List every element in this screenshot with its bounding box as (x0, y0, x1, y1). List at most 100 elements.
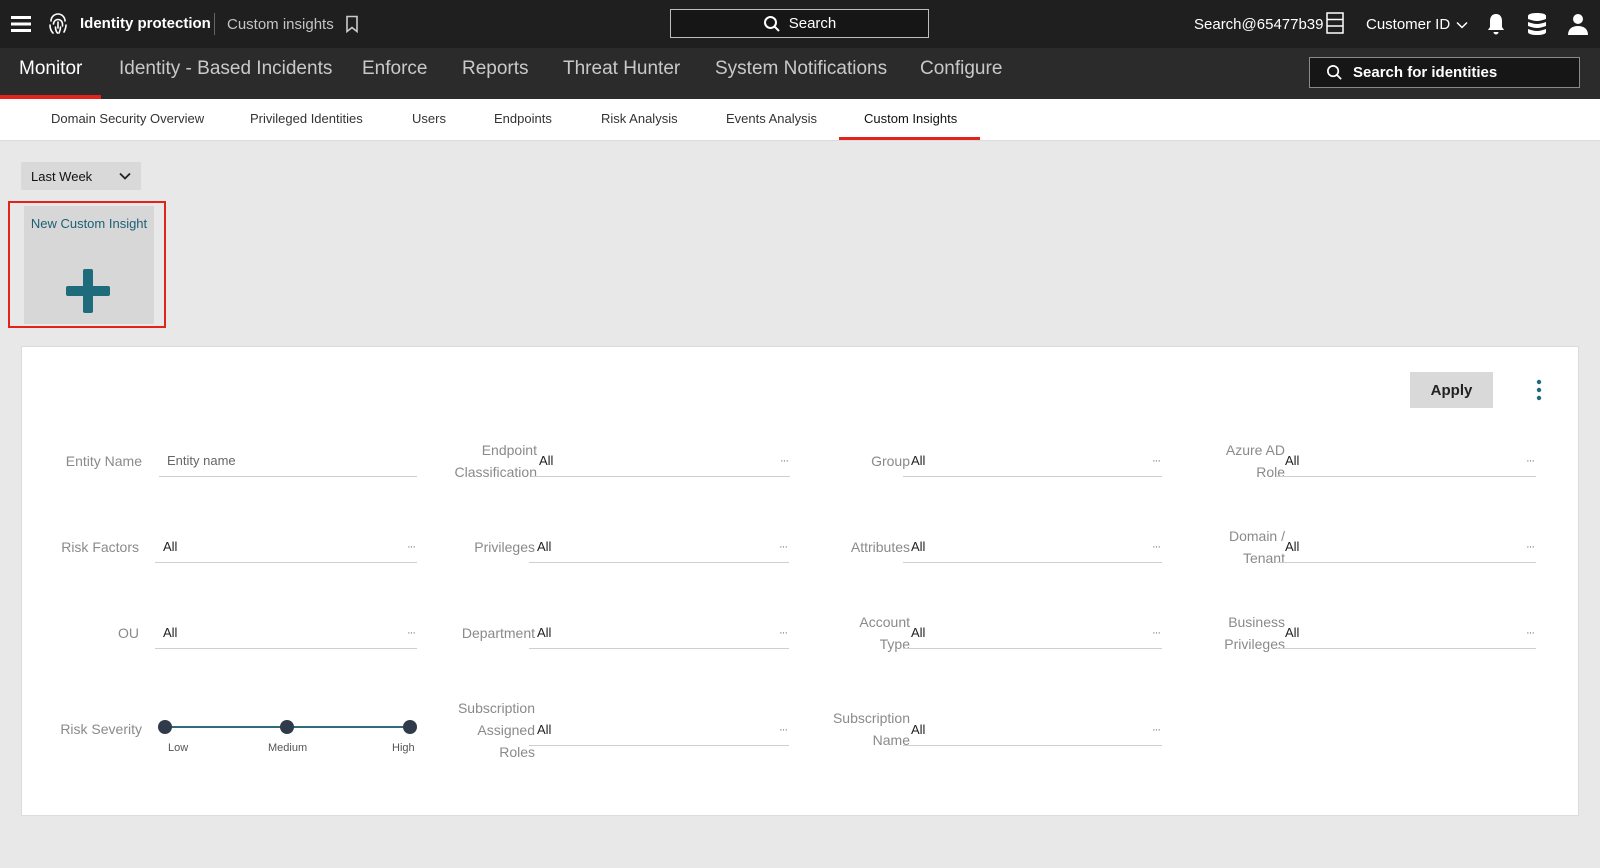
tab-privileged-identities[interactable]: Privileged Identities (250, 111, 363, 126)
app-title: Identity protection (80, 15, 211, 32)
department-select[interactable]: All ··· (529, 617, 789, 649)
nav-monitor[interactable]: Monitor (19, 58, 82, 80)
subscription-name-select[interactable]: All ··· (903, 714, 1162, 746)
more-options-icon[interactable]: ··· (1152, 455, 1161, 467)
kebab-menu-icon[interactable] (1535, 379, 1543, 401)
tab-events-analysis[interactable]: Events Analysis (726, 111, 817, 126)
tab-endpoints[interactable]: Endpoints (494, 111, 552, 126)
risk-severity-label: Risk Severity (60, 721, 142, 737)
azure-ad-role-label-line1: Azure AD (1225, 442, 1285, 458)
more-options-icon[interactable]: ··· (1152, 724, 1161, 736)
tab-users[interactable]: Users (412, 111, 446, 126)
subscription-name-label-line1: Subscription (832, 710, 910, 726)
filter-panel: Apply Entity Name Endpoint Classificatio… (21, 346, 1579, 816)
breadcrumb-current[interactable]: Custom insights (227, 16, 334, 33)
more-options-icon[interactable]: ··· (1526, 455, 1535, 467)
domain-tenant-value: All (1285, 539, 1300, 554)
attributes-label: Attributes (850, 539, 910, 555)
risk-severity-low-label: Low (168, 742, 189, 754)
endpoint-classification-select[interactable]: All ··· (531, 445, 790, 477)
identity-search-placeholder: Search for identities (1353, 64, 1498, 81)
nav-configure[interactable]: Configure (920, 58, 1002, 80)
customer-id-dropdown[interactable]: Customer ID (1366, 16, 1468, 33)
subscription-assigned-roles-select[interactable]: All ··· (529, 714, 789, 746)
bookmark-icon[interactable] (344, 15, 360, 33)
risk-factors-select[interactable]: All ··· (155, 531, 417, 563)
group-select[interactable]: All ··· (903, 445, 1162, 477)
ou-select[interactable]: All ··· (155, 617, 417, 649)
time-period-dropdown[interactable]: Last Week (21, 162, 141, 190)
more-options-icon[interactable]: ··· (1526, 541, 1535, 553)
nav-threat-hunter[interactable]: Threat Hunter (563, 58, 680, 80)
business-privileges-label-line2: Privileges (1224, 636, 1285, 652)
risk-severity-medium-handle[interactable] (280, 720, 294, 734)
nav-system-notifications[interactable]: System Notifications (715, 58, 887, 80)
account-type-value: All (911, 625, 926, 640)
entity-name-input[interactable] (167, 453, 415, 468)
more-options-icon[interactable]: ··· (779, 541, 788, 553)
fingerprint-logo-icon (46, 12, 70, 36)
privileges-label: Privileges (474, 539, 535, 555)
tab-domain-security-overview[interactable]: Domain Security Overview (51, 111, 204, 126)
server-icon[interactable] (1326, 12, 1344, 34)
tab-risk-analysis[interactable]: Risk Analysis (601, 111, 678, 126)
global-search-button[interactable]: Search (670, 9, 929, 38)
entity-name-label: Entity Name (65, 453, 142, 469)
business-privileges-select[interactable]: All ··· (1277, 617, 1536, 649)
business-privileges-label: Business Privileges (1172, 611, 1285, 655)
main-nav: Monitor Identity - Based Incidents Enfor… (0, 48, 1600, 99)
subscription-assigned-roles-label-line3: Roles (499, 744, 535, 760)
customer-id-label: Customer ID (1366, 16, 1451, 33)
identity-search-box[interactable]: Search for identities (1309, 57, 1580, 88)
tab-custom-insights[interactable]: Custom Insights (864, 111, 957, 126)
more-options-icon[interactable]: ··· (1526, 627, 1535, 639)
azure-ad-role-select[interactable]: All ··· (1277, 445, 1536, 477)
time-period-value: Last Week (31, 168, 93, 184)
user-account-label[interactable]: Search@65477b39 (1194, 16, 1324, 33)
risk-severity-low-handle[interactable] (158, 720, 172, 734)
bell-icon[interactable] (1485, 12, 1507, 36)
endpoint-classification-label-line1: Endpoint (481, 442, 537, 458)
azure-ad-role-label: Azure AD Role (1172, 439, 1285, 483)
nav-identity-based-incidents[interactable]: Identity - Based Incidents (119, 58, 332, 80)
apply-button[interactable]: Apply (1410, 372, 1493, 408)
top-bar: Identity protection Custom insights Sear… (0, 0, 1600, 48)
more-options-icon[interactable]: ··· (1152, 541, 1161, 553)
more-options-icon[interactable]: ··· (779, 627, 788, 639)
business-privileges-label-line1: Business (1228, 614, 1285, 630)
chevron-down-icon (119, 172, 131, 180)
sub-tabs: Domain Security Overview Privileged Iden… (0, 99, 1600, 141)
subscription-assigned-roles-value: All (537, 722, 552, 737)
subscription-assigned-roles-label-line1: Subscription (457, 700, 535, 716)
more-options-icon[interactable]: ··· (1152, 627, 1161, 639)
account-type-select[interactable]: All ··· (903, 617, 1162, 649)
more-options-icon[interactable]: ··· (779, 724, 788, 736)
subscription-name-label-line2: Name (872, 732, 910, 748)
azure-ad-role-label-line2: Role (1256, 464, 1285, 480)
nav-enforce[interactable]: Enforce (362, 58, 427, 80)
chevron-down-icon (1456, 21, 1468, 29)
privileges-select[interactable]: All ··· (529, 531, 789, 563)
entity-name-field[interactable] (159, 445, 417, 477)
ou-value: All (163, 625, 178, 640)
group-value: All (911, 453, 926, 468)
domain-tenant-select[interactable]: All ··· (1277, 531, 1536, 563)
endpoint-classification-label: Endpoint Classification (412, 439, 537, 483)
stack-icon[interactable] (1526, 12, 1548, 36)
privileges-value: All (537, 539, 552, 554)
account-type-label-line2: Type (879, 636, 910, 652)
ou-label: OU (118, 625, 139, 641)
endpoint-classification-value: All (539, 453, 554, 468)
new-custom-insight-card[interactable]: New Custom Insight (24, 206, 154, 324)
hamburger-menu-icon[interactable] (10, 13, 32, 35)
risk-severity-medium-label: Medium (268, 742, 308, 754)
business-privileges-value: All (1285, 625, 1300, 640)
new-custom-insight-label: New Custom Insight (30, 216, 148, 231)
attributes-select[interactable]: All ··· (903, 531, 1162, 563)
domain-tenant-label-line2: Tenant (1242, 550, 1285, 566)
nav-reports[interactable]: Reports (462, 58, 529, 80)
domain-tenant-label-line1: Domain / (1228, 528, 1285, 544)
endpoint-classification-label-line2: Classification (454, 464, 537, 480)
user-icon[interactable] (1567, 12, 1589, 36)
azure-ad-role-value: All (1285, 453, 1300, 468)
